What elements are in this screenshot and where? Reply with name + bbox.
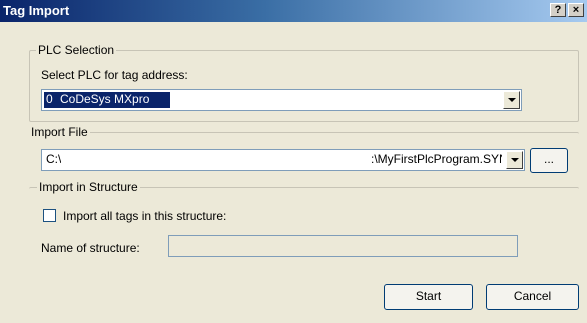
start-button[interactable]: Start xyxy=(384,284,473,310)
select-plc-label: Select PLC for tag address: xyxy=(41,68,188,82)
file-path-start: C:\ xyxy=(46,152,62,166)
import-file-combobox[interactable]: C:\ :\MyFirstPlcProgram.SYN xyxy=(41,149,525,171)
browse-button[interactable]: ... xyxy=(530,148,568,173)
import-all-tags-checkbox[interactable] xyxy=(43,209,56,222)
structure-name-label: Name of structure: xyxy=(41,241,140,255)
cancel-button[interactable]: Cancel xyxy=(486,284,579,310)
title-bar[interactable]: Tag Import ? × xyxy=(0,0,587,22)
close-button[interactable]: × xyxy=(568,3,584,17)
plc-index: 0 xyxy=(46,92,53,106)
tag-import-dialog: Tag Import ? × PLC Selection Select PLC … xyxy=(0,0,587,323)
file-dropdown-arrow-icon[interactable] xyxy=(506,151,523,169)
help-button[interactable]: ? xyxy=(550,3,566,17)
plc-name: CoDeSys MXpro xyxy=(60,92,150,106)
window-title: Tag Import xyxy=(3,3,70,18)
file-path-end: :\MyFirstPlcProgram.SYN xyxy=(371,152,502,166)
plc-selection-group: PLC Selection xyxy=(29,43,579,122)
plc-dropdown-arrow-icon[interactable] xyxy=(503,91,520,109)
plc-select-combobox[interactable]: 0 CoDeSys MXpro xyxy=(41,89,522,111)
import-file-group-label: Import File xyxy=(29,125,90,139)
plc-selection-group-label: PLC Selection xyxy=(36,43,117,57)
structure-name-field[interactable] xyxy=(168,235,518,257)
import-structure-group-label: Import in Structure xyxy=(37,180,140,194)
import-all-tags-label: Import all tags in this structure: xyxy=(63,209,227,223)
